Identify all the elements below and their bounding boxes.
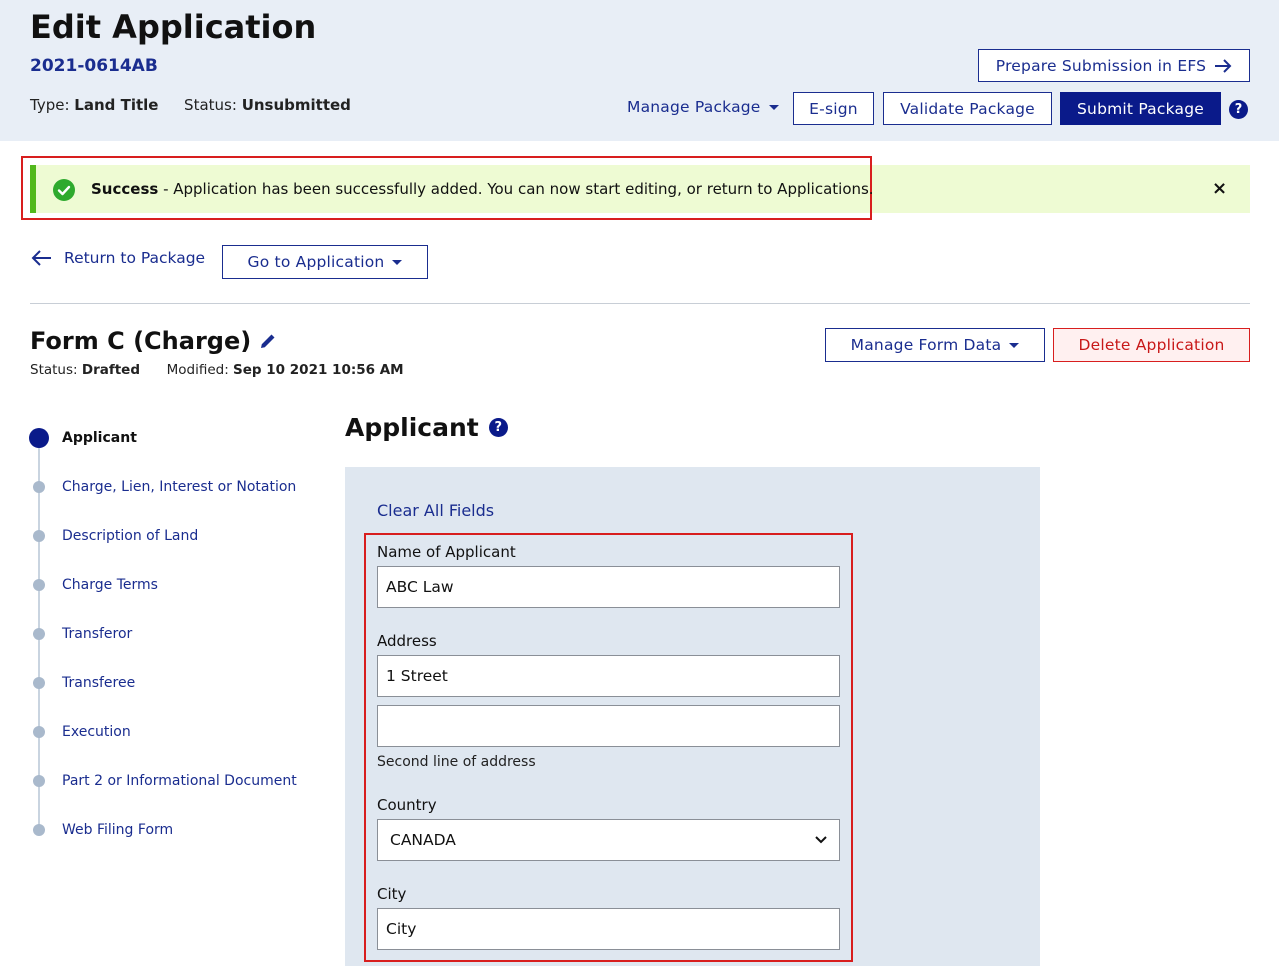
step-description-of-land[interactable]: Description of Land [30,528,198,544]
form-title: Form C (Charge) [30,327,277,355]
arrow-left-icon [31,250,51,266]
step-dot [33,726,45,738]
form-modified-value: Sep 10 2021 10:56 AM [233,362,404,378]
submit-package-label: Submit Package [1077,99,1204,118]
clear-all-fields-link[interactable]: Clear All Fields [377,501,494,520]
step-dot [33,481,45,493]
form-meta: Status: Drafted Modified: Sep 10 2021 10… [30,362,404,378]
step-execution[interactable]: Execution [30,724,131,740]
city-value: City [386,920,417,938]
step-dot [33,579,45,591]
address-line2-input[interactable] [377,705,840,747]
address-hint: Second line of address [377,754,536,770]
country-value: CANADA [390,831,456,849]
step-label: Web Filing Form [62,822,174,838]
address-line1-input[interactable]: 1 Street [377,655,840,697]
address-line1-value: 1 Street [386,667,448,685]
name-of-applicant-value: ABC Law [386,578,454,596]
manage-package-label: Manage Package [627,98,761,116]
application-code: 2021-0614AB [30,56,158,76]
city-input[interactable]: City [377,908,840,950]
delete-application-button[interactable]: Delete Application [1053,328,1250,362]
step-dot [33,824,45,836]
step-label: Part 2 or Informational Document [62,773,297,789]
type-label: Type: [30,96,70,114]
pencil-icon[interactable] [259,332,277,350]
step-dot [33,677,45,689]
step-web-filing-form[interactable]: Web Filing Form [30,822,173,838]
name-of-applicant-input[interactable]: ABC Law [377,566,840,608]
page-title: Edit Application [30,8,317,46]
step-dot-active [29,428,49,448]
prepare-submission-button[interactable]: Prepare Submission in EFS [978,49,1250,82]
section-title-text: Applicant [345,413,479,442]
chevron-down-icon [815,836,827,844]
step-dot [33,775,45,787]
manage-package-dropdown[interactable]: Manage Package [627,98,779,116]
caret-down-icon [392,259,403,265]
prepare-submission-label: Prepare Submission in EFS [995,56,1207,75]
return-to-package-link[interactable]: Return to Package [30,249,205,267]
go-to-application-dropdown[interactable]: Go to Application [222,245,428,279]
country-select[interactable]: CANADA [377,819,840,861]
step-label: Transferee [62,675,136,691]
esign-label: E-sign [809,99,858,118]
alert-body: - Application has been successfully adde… [158,180,874,198]
application-meta: Type: Land Title Status: Unsubmitted [30,96,351,114]
help-icon[interactable]: ? [488,418,508,437]
form-status-label: Status: [30,362,78,378]
alert-title: Success [91,180,159,198]
manage-form-data-dropdown[interactable]: Manage Form Data [825,328,1045,362]
validate-package-button[interactable]: Validate Package [883,92,1052,125]
validate-package-label: Validate Package [900,99,1035,118]
esign-button[interactable]: E-sign [793,92,874,125]
city-label: City [377,885,407,903]
step-label: Charge, Lien, Interest or Notation [62,479,297,495]
manage-form-data-label: Manage Form Data [850,336,1002,354]
submit-package-button[interactable]: Submit Package [1060,92,1221,125]
help-icon[interactable]: ? [1229,100,1248,119]
step-dot [33,628,45,640]
go-to-application-label: Go to Application [247,253,385,271]
type-value: Land Title [74,96,159,114]
caret-down-icon [768,105,779,110]
alert-message: Success - Application has been successfu… [91,180,874,198]
status-value: Unsubmitted [241,96,351,114]
step-part-2[interactable]: Part 2 or Informational Document [30,773,297,789]
step-transferee[interactable]: Transferee [30,675,135,691]
arrow-right-icon [1215,58,1232,73]
form-modified-label: Modified: [166,362,229,378]
step-applicant[interactable]: Applicant [29,428,137,448]
delete-application-label: Delete Application [1078,336,1225,354]
status-label: Status: [184,96,237,114]
step-label: Description of Land [62,528,199,544]
step-transferor[interactable]: Transferor [30,626,132,642]
step-label: Transferor [62,626,133,642]
step-label: Applicant [62,430,137,446]
step-label: Execution [62,724,131,740]
section-title: Applicant ? [345,413,508,442]
country-label: Country [377,796,437,814]
name-of-applicant-label: Name of Applicant [377,543,516,561]
divider [30,303,1250,304]
return-to-package-label: Return to Package [64,249,206,267]
address-label: Address [377,632,437,650]
form-title-text: Form C (Charge) [30,327,252,355]
check-circle-icon [53,179,75,201]
step-charge-lien[interactable]: Charge, Lien, Interest or Notation [30,479,296,495]
step-dot [33,530,45,542]
step-label: Charge Terms [62,577,158,593]
close-icon[interactable]: × [1212,178,1227,199]
caret-down-icon [1009,342,1020,348]
form-status-value: Drafted [81,362,140,378]
step-charge-terms[interactable]: Charge Terms [30,577,158,593]
